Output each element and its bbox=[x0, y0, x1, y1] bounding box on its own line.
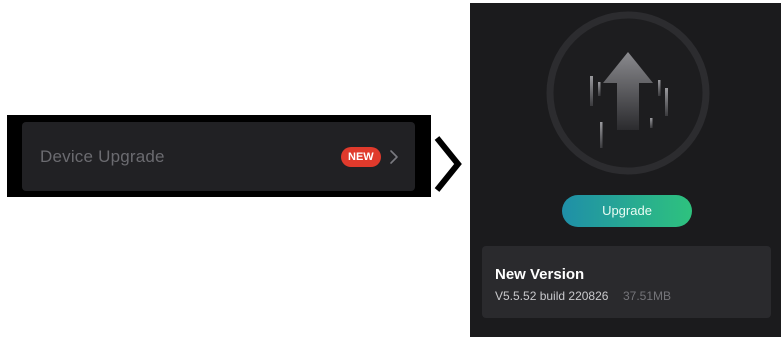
upgrade-screen: Upgrade New Version V5.5.52 build 220826… bbox=[470, 3, 781, 337]
upgrade-button[interactable]: Upgrade bbox=[562, 195, 692, 227]
version-number: V5.5.52 build 220826 bbox=[495, 289, 609, 303]
upload-arrow-icon bbox=[546, 11, 710, 175]
new-version-title: New Version bbox=[495, 266, 585, 283]
file-size: 37.51MB bbox=[623, 289, 672, 303]
new-version-card: New Version V5.5.52 build 220826 37.51MB bbox=[482, 246, 771, 318]
settings-panel: Device Upgrade NEW bbox=[7, 115, 431, 197]
device-upgrade-row[interactable]: Device Upgrade NEW bbox=[22, 122, 415, 191]
chevron-right-icon bbox=[390, 150, 398, 164]
device-upgrade-label: Device Upgrade bbox=[40, 147, 165, 166]
chevron-right-icon bbox=[434, 136, 462, 192]
new-badge: NEW bbox=[341, 147, 381, 167]
